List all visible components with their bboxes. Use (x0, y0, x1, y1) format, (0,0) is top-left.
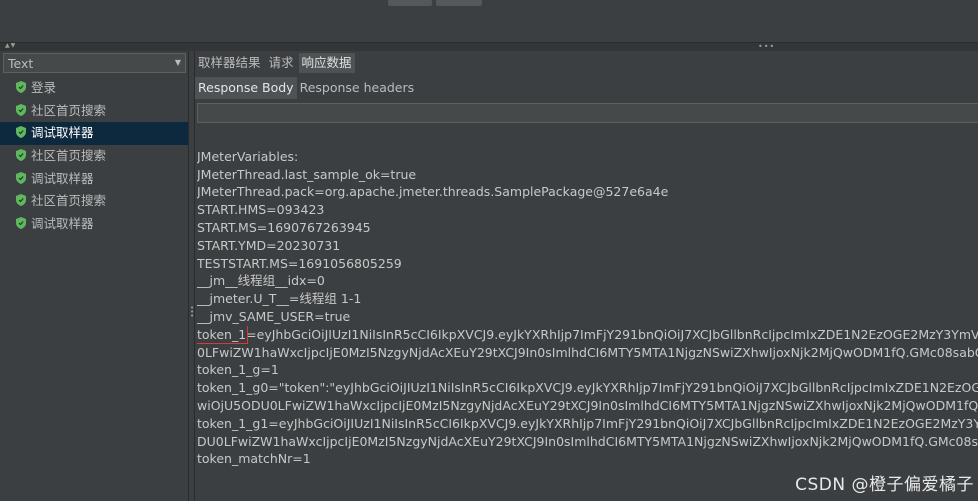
response-line (197, 130, 978, 148)
success-shield-icon (16, 171, 26, 184)
response-line: token_matchNr=1 (197, 451, 311, 467)
success-shield-icon (16, 103, 26, 116)
response-line: __jmv_SAME_USER=true (197, 308, 351, 324)
token-value: =eyJhbGciOiJIUzI1NiIsInR5cCI6IkpXVCJ9.ey… (246, 326, 978, 342)
tab-response-headers[interactable]: Response headers (297, 77, 418, 99)
response-line: DU0LFwiZW1haWxcIjpcIjE0MzI5NzgyNjdAcXEuY… (197, 433, 978, 449)
success-shield-icon (16, 217, 26, 230)
sample-tree: 登录 社区首页搜索 调试取样器 社区首页搜索 调试取样器 社区首页搜索 调试取样… (0, 77, 188, 236)
response-line: token_1_g1=eyJhbGciOiJIUzI1NiIsInR5cCI6I… (197, 415, 978, 431)
splitter-grip-icon[interactable]: ••• (758, 42, 775, 51)
response-line: START.MS=1690767263945 (197, 219, 371, 235)
success-shield-icon (16, 194, 26, 207)
tree-item-label: 登录 (31, 80, 57, 95)
tab-response-data[interactable]: 响应数据 (298, 53, 355, 73)
splitter-grip-icon[interactable]: ••• (190, 305, 194, 320)
response-subtabs: Response Body Response headers (195, 77, 417, 99)
tab-sampler-result[interactable]: 取样器结果 (195, 53, 264, 73)
tree-item-label: 调试取样器 (31, 170, 94, 186)
toolbar-button[interactable] (436, 0, 482, 6)
tree-item-selected[interactable]: 调试取样器 (0, 122, 188, 146)
result-detail-panel: 取样器结果 请求 响应数据 Response Body Response hea… (195, 51, 978, 501)
top-toolbar (0, 0, 978, 42)
tree-item[interactable]: 调试取样器 (0, 168, 188, 191)
watermark: CSDN @橙子偏爱橘子 (795, 475, 974, 495)
tree-item-label: 社区首页搜索 (31, 148, 107, 164)
renderer-select[interactable]: Text ▼ (3, 53, 186, 73)
tree-item[interactable]: 社区首页搜索 (0, 100, 188, 123)
chevron-down-icon[interactable]: ▼ (175, 58, 181, 67)
renderer-select-value: Text (8, 56, 34, 71)
response-line: JMeterVariables: (197, 148, 299, 164)
response-line: START.YMD=20230731 (197, 237, 341, 253)
collapse-arrows-icon[interactable]: ▲▼ (5, 42, 16, 49)
response-body-text[interactable]: JMeterVariables: JMeterThread.last_sampl… (197, 130, 978, 468)
success-shield-icon (16, 81, 26, 93)
response-line: __jm__线程组__idx=0 (197, 273, 325, 289)
success-shield-icon (16, 126, 26, 139)
highlighted-token-key: token_1 (197, 325, 249, 344)
tree-item[interactable]: 调试取样器 (0, 213, 188, 236)
response-line: token_1_g0="token":"eyJhbGciOiJIUzI1NiIs… (197, 380, 978, 396)
tree-item-label: 调试取样器 (31, 216, 94, 232)
response-line: __jmeter.U_T__=线程组 1-1 (197, 291, 362, 307)
tab-request[interactable]: 请求 (266, 53, 297, 73)
response-line: START.HMS=093423 (197, 202, 325, 218)
response-line-token: token_1=eyJhbGciOiJIUzI1NiIsInR5cCI6IkpX… (197, 325, 978, 344)
response-line: wiOjU5ODU0LFwiZW1haWxcIjpcIjE0MzI5NzgyNj… (197, 397, 978, 413)
tree-item[interactable]: 登录 (0, 77, 188, 100)
tree-item[interactable]: 社区首页搜索 (0, 190, 188, 213)
response-line: TESTSTART.MS=1691056805259 (197, 255, 402, 271)
response-line: token_1_g=1 (197, 362, 279, 378)
success-shield-icon (16, 149, 26, 162)
result-tabs: 取样器结果 请求 响应数据 (195, 53, 357, 73)
results-tree-panel: Text ▼ 登录 社区首页搜索 调试取样器 社区首页搜索 调试取样器 社区首页… (0, 51, 189, 501)
response-line: 0LFwiZW1haWxcIjpcIjE0MzI5NzgyNjdAcXEuY29… (197, 344, 978, 360)
toolbar-button[interactable] (388, 0, 432, 6)
tree-item-label: 调试取样器 (31, 125, 94, 141)
response-line: JMeterThread.last_sample_ok=true (197, 166, 417, 182)
response-line: JMeterThread.pack=org.apache.jmeter.thre… (197, 184, 669, 200)
tab-response-body[interactable]: Response Body (195, 77, 297, 99)
tree-item-label: 社区首页搜索 (31, 193, 107, 209)
tree-item-label: 社区首页搜索 (31, 102, 107, 118)
tree-item[interactable]: 社区首页搜索 (0, 145, 188, 168)
search-input[interactable] (197, 103, 978, 123)
